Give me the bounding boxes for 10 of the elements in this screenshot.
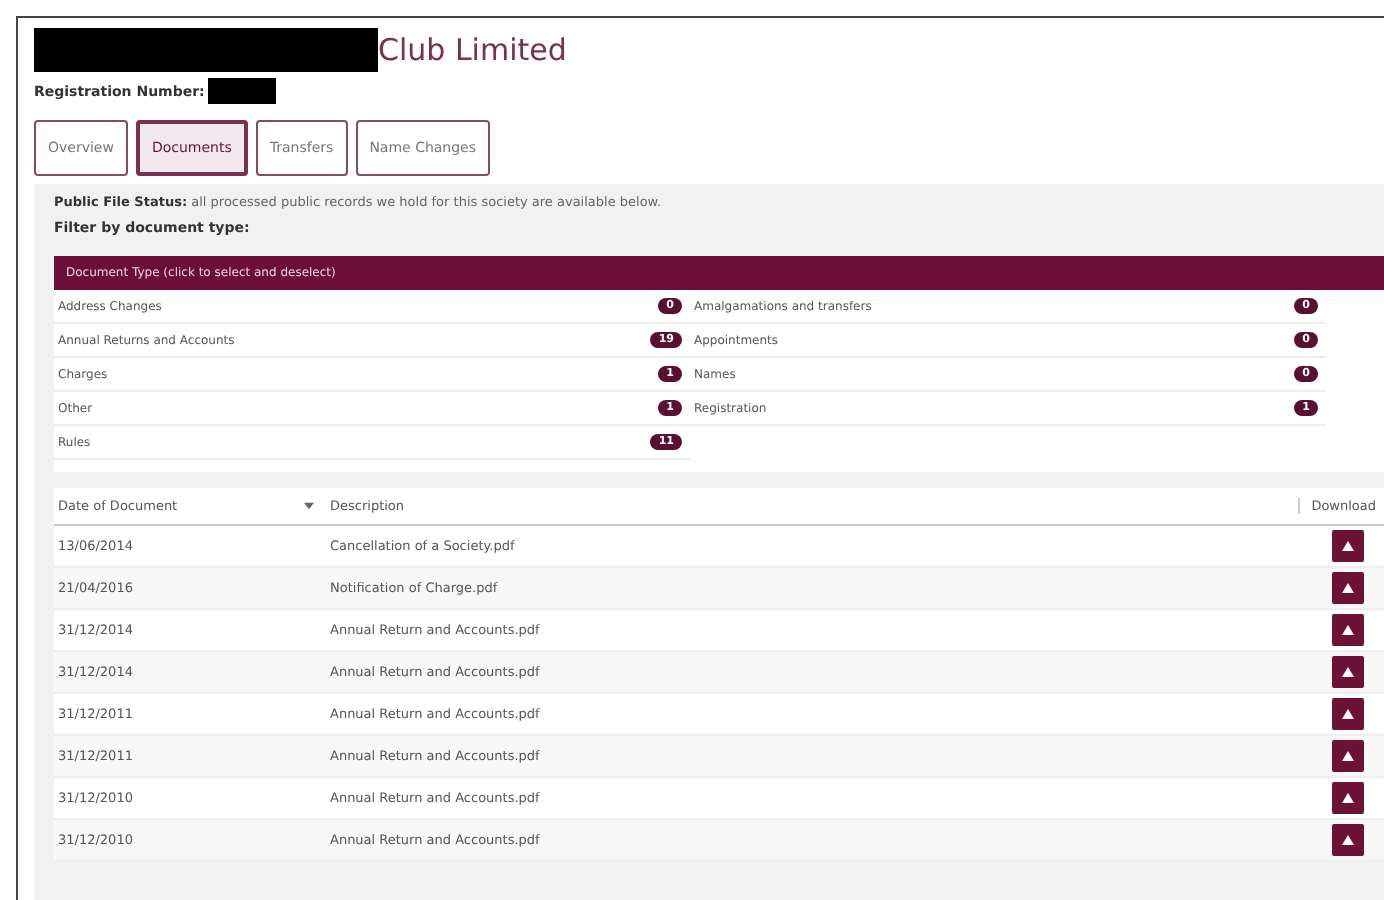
download-button[interactable] xyxy=(1332,782,1364,814)
download-button[interactable] xyxy=(1332,740,1364,772)
download-button[interactable] xyxy=(1332,530,1364,562)
download-button[interactable] xyxy=(1332,614,1364,646)
sort-icon[interactable] xyxy=(304,502,314,510)
page-title: Club Limited xyxy=(378,32,567,68)
download-button[interactable] xyxy=(1332,824,1364,856)
download-button[interactable] xyxy=(1332,572,1364,604)
download-button[interactable] xyxy=(1332,656,1364,688)
download-button[interactable] xyxy=(1332,698,1364,730)
